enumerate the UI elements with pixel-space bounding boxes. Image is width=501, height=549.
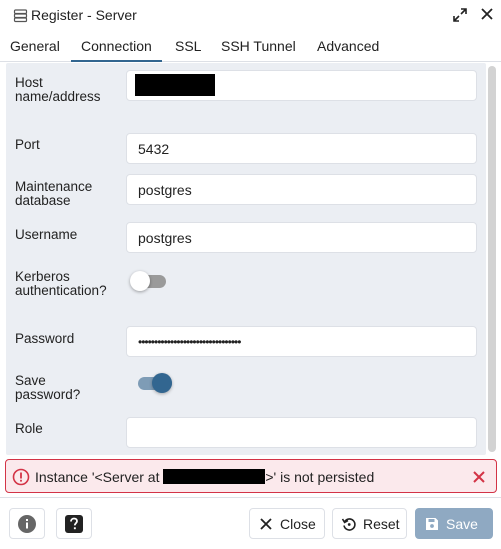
save-icon bbox=[424, 516, 440, 532]
maintenance-db-input[interactable]: postgres bbox=[126, 174, 477, 205]
maintenance-db-label: Maintenance database bbox=[15, 179, 93, 208]
dismiss-error-icon[interactable] bbox=[471, 469, 487, 485]
username-label: Username bbox=[15, 227, 78, 242]
help-icon bbox=[65, 514, 83, 533]
tab-ssh-tunnel[interactable]: SSH Tunnel bbox=[211, 32, 306, 62]
tab-bar: General Connection SSL SSH Tunnel Advanc… bbox=[0, 32, 501, 62]
dialog-footer: Close Reset Save bbox=[0, 497, 501, 549]
username-input[interactable]: postgres bbox=[126, 222, 477, 253]
dialog-title: Register - Server bbox=[31, 7, 137, 23]
close-button-label: Close bbox=[280, 515, 316, 532]
role-label: Role bbox=[15, 421, 43, 436]
error-icon bbox=[12, 468, 30, 486]
host-redaction bbox=[135, 74, 215, 96]
save-password-toggle[interactable] bbox=[136, 371, 176, 393]
help-button[interactable] bbox=[56, 508, 92, 539]
tab-advanced[interactable]: Advanced bbox=[307, 32, 389, 62]
dialog-titlebar: Register - Server bbox=[0, 0, 501, 30]
port-input[interactable]: 5432 bbox=[126, 133, 477, 164]
info-icon bbox=[18, 514, 36, 533]
host-label: Host name/address bbox=[15, 75, 101, 104]
kerberos-label: Kerberos authentication? bbox=[15, 269, 107, 298]
expand-icon[interactable] bbox=[452, 7, 468, 23]
server-icon bbox=[13, 8, 28, 23]
save-password-toggle-knob bbox=[152, 373, 172, 393]
form-scrollbar[interactable] bbox=[488, 66, 496, 452]
error-message-suffix: >' is not persisted bbox=[265, 469, 375, 485]
info-button[interactable] bbox=[9, 508, 45, 539]
error-message-prefix: Instance '<Server at bbox=[35, 469, 164, 485]
reset-button-label: Reset bbox=[363, 515, 400, 532]
save-button-label: Save bbox=[446, 515, 478, 532]
kerberos-toggle[interactable] bbox=[130, 269, 170, 291]
tab-ssl[interactable]: SSL bbox=[165, 32, 211, 62]
connection-form: Host name/address Port 5432 Maintenance … bbox=[6, 63, 486, 455]
server-name-redaction bbox=[163, 469, 266, 484]
role-input[interactable] bbox=[126, 417, 477, 448]
reset-button[interactable]: Reset bbox=[332, 508, 407, 539]
password-label: Password bbox=[15, 331, 75, 346]
error-banner: Instance '<Server at >' is not persisted bbox=[5, 459, 497, 493]
save-password-label: Save password? bbox=[15, 373, 81, 402]
host-input[interactable] bbox=[126, 70, 477, 101]
port-label: Port bbox=[15, 137, 40, 152]
password-input[interactable]: •••••••••••••••••••••••••••••••• bbox=[126, 326, 477, 357]
close-button[interactable]: Close bbox=[249, 508, 325, 539]
kerberos-toggle-knob bbox=[130, 271, 150, 291]
save-button[interactable]: Save bbox=[415, 508, 493, 539]
error-message: Instance '<Server at >' is not persisted bbox=[35, 469, 374, 485]
tab-general[interactable]: General bbox=[0, 32, 70, 62]
tab-connection[interactable]: Connection bbox=[71, 32, 162, 62]
close-icon[interactable] bbox=[478, 5, 496, 23]
close-x-icon bbox=[258, 516, 274, 532]
reset-icon bbox=[341, 516, 357, 532]
